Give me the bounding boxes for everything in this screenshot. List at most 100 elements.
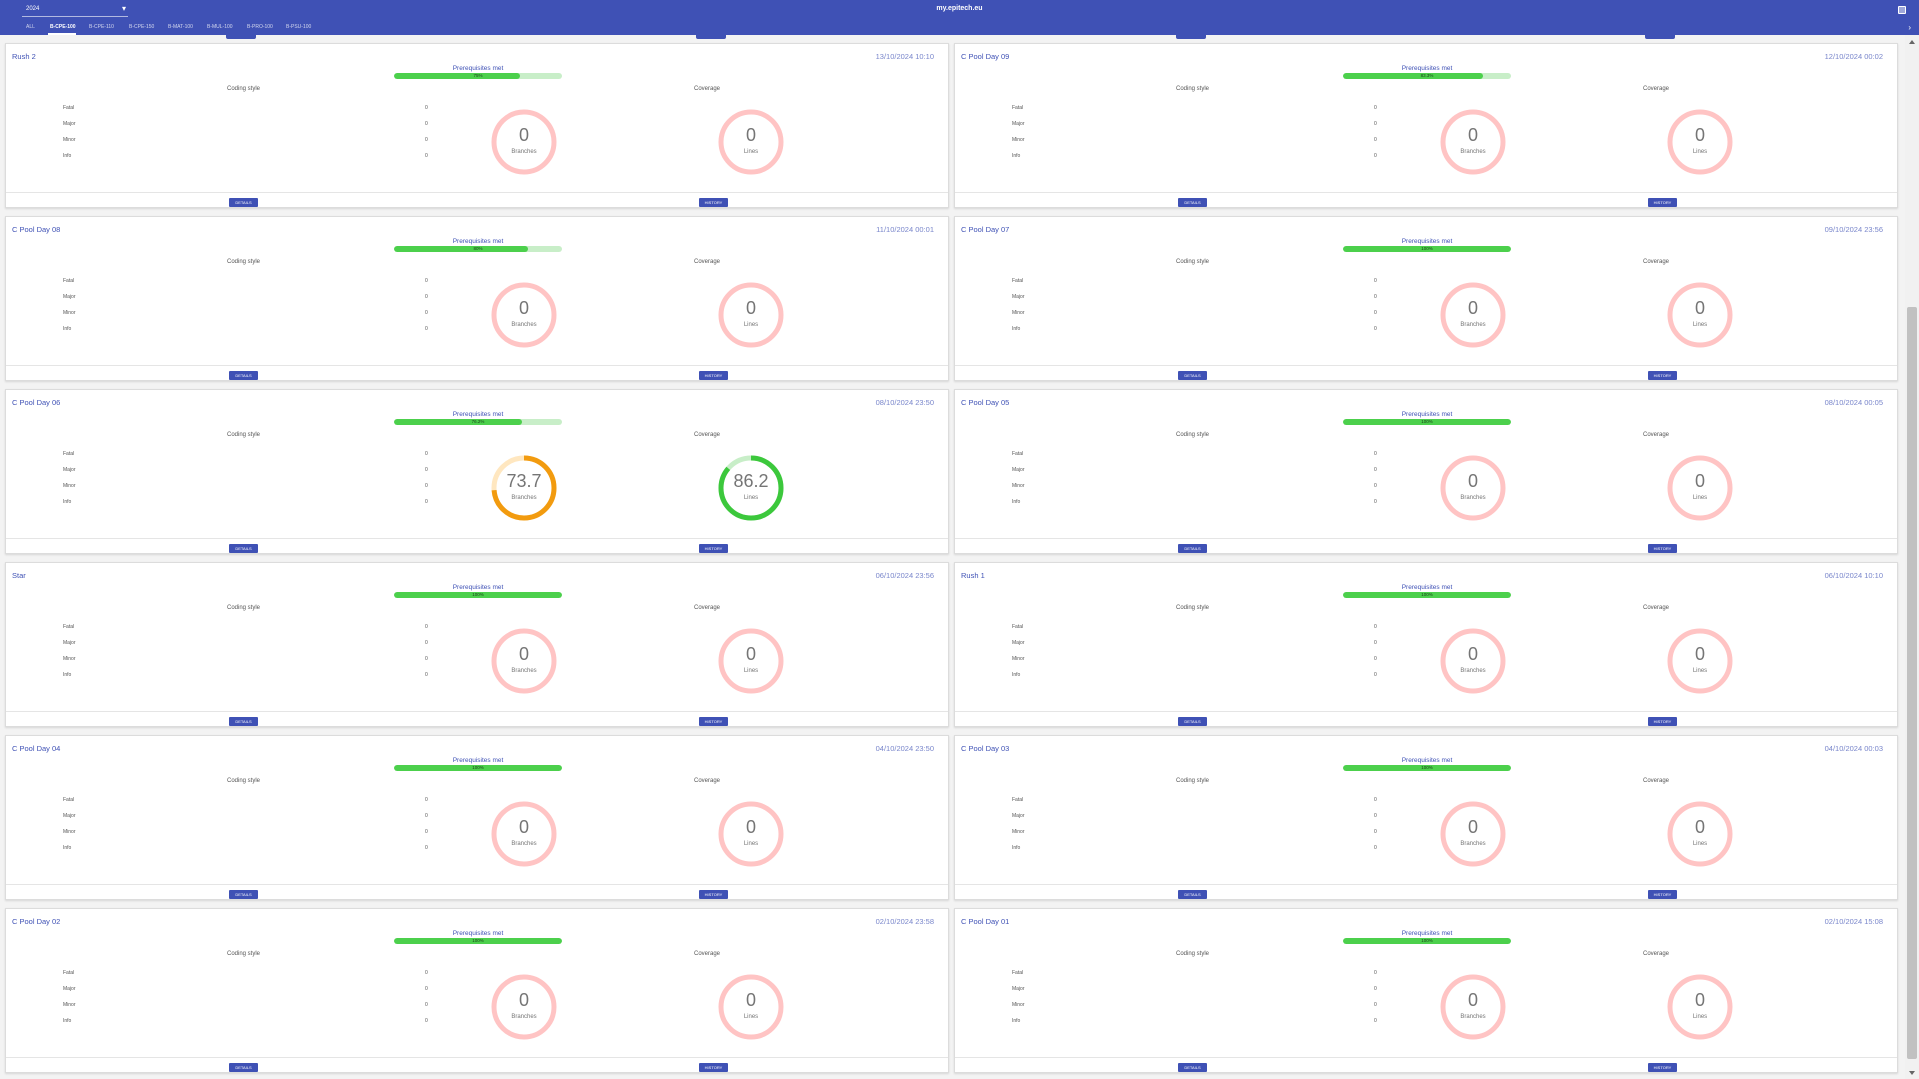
prerequisites-percent: 100%	[472, 592, 484, 597]
info-count: 0	[425, 499, 428, 505]
scrollbar-thumb[interactable]	[1907, 307, 1917, 1059]
details-button[interactable]: DETAILS	[229, 717, 258, 726]
branches-coverage-gauge: 0 Branches	[490, 973, 558, 1041]
history-button-stub[interactable]	[696, 35, 726, 39]
history-button[interactable]: HISTORY	[699, 544, 728, 553]
info-label: Info	[1012, 499, 1021, 505]
fatal-label: Fatal	[1012, 970, 1024, 976]
card-divider	[955, 711, 1897, 712]
details-button[interactable]: DETAILS	[229, 1063, 258, 1072]
info-label: Info	[1012, 845, 1021, 851]
history-button[interactable]: HISTORY	[699, 717, 728, 726]
coverage-heading: Coverage	[1643, 951, 1670, 957]
project-title[interactable]: C Pool Day 04	[12, 744, 60, 753]
details-button[interactable]: DETAILS	[229, 544, 258, 553]
project-title[interactable]: Star	[12, 571, 26, 580]
details-button[interactable]: DETAILS	[1178, 1063, 1207, 1072]
major-count: 0	[1374, 294, 1377, 300]
history-button-stub[interactable]	[1645, 35, 1675, 39]
project-title[interactable]: Rush 1	[961, 571, 985, 580]
lines-label: Lines	[1692, 668, 1708, 674]
tab-all[interactable]: ALL	[26, 24, 35, 30]
details-button[interactable]: DETAILS	[1178, 890, 1207, 899]
details-button-stub[interactable]	[226, 35, 256, 39]
coverage-heading: Coverage	[1643, 432, 1670, 438]
history-button[interactable]: HISTORY	[1648, 1063, 1677, 1072]
history-button[interactable]: HISTORY	[699, 198, 728, 207]
window-icon[interactable]	[1898, 6, 1906, 14]
major-count: 0	[425, 986, 428, 992]
details-button[interactable]: DETAILS	[229, 198, 258, 207]
minor-count: 0	[425, 483, 428, 489]
history-button[interactable]: HISTORY	[1648, 371, 1677, 380]
minor-label: Minor	[63, 137, 76, 143]
tab-b-mul-100[interactable]: B-MUL-100	[207, 24, 233, 30]
project-card: Rush 1 06/10/2024 10:10 Prerequisites me…	[954, 562, 1898, 727]
branches-label: Branches	[511, 149, 537, 155]
project-title[interactable]: C Pool Day 01	[961, 917, 1009, 926]
prerequisites-percent: 100%	[1421, 938, 1433, 943]
tab-b-cpe-110[interactable]: B-CPE-110	[89, 24, 114, 30]
fatal-label: Fatal	[1012, 105, 1024, 111]
major-count: 0	[1374, 121, 1377, 127]
history-button[interactable]: HISTORY	[699, 890, 728, 899]
chevron-right-icon[interactable]: ›	[1908, 24, 1911, 32]
details-button-stub[interactable]	[1176, 35, 1206, 39]
tab-b-cpe-150[interactable]: B-CPE-150	[129, 24, 154, 30]
branches-coverage-value: 0	[1467, 644, 1478, 664]
project-title[interactable]: C Pool Day 05	[961, 398, 1009, 407]
prerequisites-progress-bar: 100%	[1343, 419, 1511, 425]
history-button[interactable]: HISTORY	[1648, 890, 1677, 899]
major-count: 0	[425, 121, 428, 127]
lines-label: Lines	[743, 149, 759, 155]
minor-label: Minor	[1012, 310, 1025, 316]
info-label: Info	[1012, 672, 1021, 678]
scroll-up-arrow-icon[interactable]	[1909, 40, 1915, 44]
info-label: Info	[1012, 1018, 1021, 1024]
branches-coverage-value: 0	[1467, 471, 1478, 491]
coding-style-heading: Coding style	[1176, 778, 1210, 784]
coding-style-heading: Coding style	[227, 778, 261, 784]
lines-label: Lines	[743, 841, 759, 847]
vertical-scrollbar[interactable]	[1905, 35, 1919, 1079]
lines-coverage-value: 0	[1694, 471, 1705, 491]
tab-b-cpe-100[interactable]: B-CPE-100	[50, 24, 76, 30]
project-title[interactable]: C Pool Day 06	[12, 398, 60, 407]
details-button[interactable]: DETAILS	[229, 890, 258, 899]
lines-label: Lines	[743, 668, 759, 674]
project-title[interactable]: C Pool Day 09	[961, 52, 1009, 61]
tab-b-mat-100[interactable]: B-MAT-100	[168, 24, 193, 30]
project-title[interactable]: Rush 2	[12, 52, 36, 61]
project-date: 06/10/2024 23:56	[875, 571, 934, 580]
details-button[interactable]: DETAILS	[229, 371, 258, 380]
branches-coverage-gauge: 0 Branches	[1439, 973, 1507, 1041]
history-button[interactable]: HISTORY	[699, 1063, 728, 1072]
fatal-count: 0	[425, 797, 428, 803]
history-button[interactable]: HISTORY	[1648, 544, 1677, 553]
minor-count: 0	[1374, 1002, 1377, 1008]
lines-label: Lines	[1692, 322, 1708, 328]
minor-count: 0	[425, 137, 428, 143]
history-button[interactable]: HISTORY	[1648, 198, 1677, 207]
scroll-down-arrow-icon[interactable]	[1909, 1071, 1915, 1075]
tab-b-pro-100[interactable]: B-PRO-100	[247, 24, 273, 30]
lines-label: Lines	[1692, 149, 1708, 155]
major-count: 0	[425, 467, 428, 473]
info-label: Info	[63, 153, 72, 159]
history-button[interactable]: HISTORY	[699, 371, 728, 380]
project-title[interactable]: C Pool Day 08	[12, 225, 60, 234]
history-button[interactable]: HISTORY	[1648, 717, 1677, 726]
lines-coverage-gauge: 0 Lines	[717, 800, 785, 868]
details-button[interactable]: DETAILS	[1178, 371, 1207, 380]
details-button[interactable]: DETAILS	[1178, 544, 1207, 553]
tab-b-psu-100[interactable]: B-PSU-100	[286, 24, 311, 30]
details-button[interactable]: DETAILS	[1178, 198, 1207, 207]
project-title[interactable]: C Pool Day 03	[961, 744, 1009, 753]
minor-label: Minor	[1012, 483, 1025, 489]
details-button[interactable]: DETAILS	[1178, 717, 1207, 726]
project-title[interactable]: C Pool Day 07	[961, 225, 1009, 234]
branches-coverage-gauge: 0 Branches	[1439, 627, 1507, 695]
coding-style-heading: Coding style	[1176, 432, 1210, 438]
fatal-label: Fatal	[63, 970, 75, 976]
project-title[interactable]: C Pool Day 02	[12, 917, 60, 926]
